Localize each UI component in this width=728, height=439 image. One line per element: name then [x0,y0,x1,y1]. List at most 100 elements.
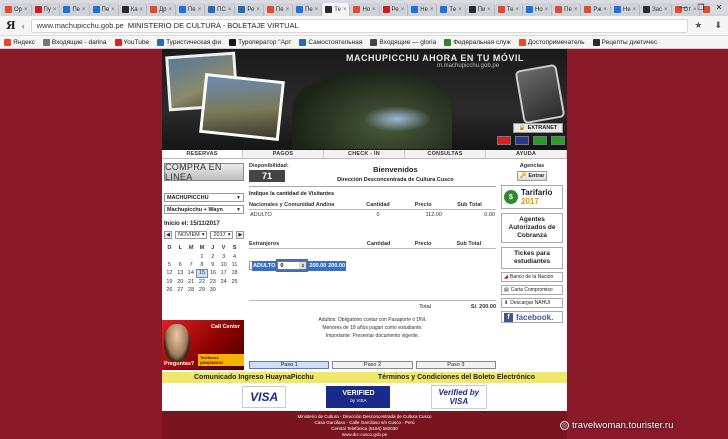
menu-item-consultas[interactable]: CONSULTAS [405,150,486,158]
calendar-day[interactable]: 2 [207,252,218,260]
calendar-day[interactable]: 24 [218,278,229,286]
close-tab-icon[interactable]: × [228,7,232,13]
prev-month-icon[interactable]: ◀ [164,231,172,239]
next-month-icon[interactable]: ▶ [236,231,245,239]
browser-tab[interactable]: Пу × [31,3,61,16]
calendar-day[interactable]: 20 [175,278,186,286]
close-tab-icon[interactable]: × [603,7,607,13]
comunicado-link[interactable]: Comunicado Ingreso HuaynaPicchu [194,374,314,381]
yandex-logo[interactable]: Я [6,19,16,32]
bookmark-item[interactable]: Туроператор "Арт [229,38,291,46]
calendar-day[interactable]: 3 [218,252,229,260]
close-tab-icon[interactable]: × [545,7,549,13]
close-tab-icon[interactable]: × [458,7,462,13]
calendar-day[interactable]: 14 [186,269,197,277]
browser-tab[interactable]: Др × [147,3,176,16]
browser-tab[interactable]: Не × [408,3,438,16]
close-tab-icon[interactable]: × [315,7,319,13]
compra-en-linea-button[interactable]: COMPRA EN LINEA [164,162,244,182]
calendar-day[interactable]: 25 [229,278,240,286]
browser-tab[interactable]: Те × [322,3,351,16]
lugar-select[interactable]: MACHUPICCHU ▼ [164,193,244,202]
descargar-nahui-link[interactable]: ⬇ Descargar NAHUI [501,298,563,308]
star-icon[interactable]: ★ [694,20,702,31]
browser-tab[interactable]: Ка× [118,3,148,16]
banner-subheading[interactable]: m.machupicchu.gob.pe [437,63,499,69]
calendar-day[interactable]: 7 [186,261,197,269]
browser-tab[interactable]: Рж × [581,3,611,16]
close-tab-icon[interactable]: × [574,7,578,13]
close-tab-icon[interactable]: × [82,7,86,13]
menu-item-check-in[interactable]: CHECK - IN [324,150,405,158]
browser-tab[interactable]: Пе × [60,3,90,16]
banco-nacion-link[interactable]: ◢ Banco de la Nación [501,272,563,282]
browser-tab[interactable]: Пе × [263,3,294,16]
close-tab-icon[interactable]: × [430,7,434,13]
year-select[interactable]: 2017 ▾ [210,231,234,239]
step-1[interactable]: Paso 1 [249,361,330,369]
menu-item-reservas[interactable]: RESERVAS [162,150,243,158]
browser-tab[interactable]: Но × [350,3,380,16]
browser-tab[interactable]: Но × [522,3,553,16]
back-icon[interactable]: ‹ [22,21,25,31]
terminos-link[interactable]: Términos y Condiciones del Boleto Electr… [378,374,535,381]
browser-tab[interactable]: ПС × [205,3,236,16]
close-tab-icon[interactable]: × [664,7,668,13]
stepper-arrows-icon[interactable]: ⇕ [299,262,307,269]
bookmark-item[interactable]: Рецепты диетичес [592,38,657,46]
close-tab-icon[interactable]: × [372,7,376,13]
calendar-day[interactable]: 26 [164,286,175,294]
calendar-day[interactable]: 19 [164,278,175,286]
calendar-day[interactable]: 10 [218,261,229,269]
close-tab-icon[interactable]: × [24,7,28,13]
browser-tab[interactable]: Ре × [235,3,264,16]
calendar-day[interactable]: 15 [196,268,208,279]
bookmark-item[interactable]: Достопримечатель [518,38,585,46]
ruta-select[interactable]: Machupicchu + Wayn ▼ [164,205,244,214]
close-tab-icon[interactable]: × [168,7,172,13]
close-tab-icon[interactable]: × [198,7,202,13]
close-tab-icon[interactable]: × [487,7,491,13]
browser-tab[interactable]: Не × [610,3,641,16]
menu-item-ayuda[interactable]: AYUDA [486,150,567,158]
bookmark-item[interactable]: Входящие - darina [42,38,107,46]
browser-tab[interactable]: Те × [494,3,523,16]
browser-tab[interactable]: Пе × [175,3,206,16]
calendar-day[interactable]: 30 [207,286,218,294]
calendar-day[interactable]: 9 [207,261,218,269]
calendar-day[interactable]: 13 [175,269,186,277]
close-tab-icon[interactable]: × [256,7,260,13]
calendar-day[interactable]: 5 [164,261,175,269]
calendar-day[interactable]: 23 [207,278,218,286]
close-tab-icon[interactable]: × [343,7,347,13]
calendar-day[interactable]: 4 [229,252,240,260]
carta-compromiso-link[interactable]: ▤ Carta Compromiso [501,285,563,295]
close-tab-icon[interactable]: × [515,7,519,13]
tickets-estudiantes-link[interactable]: Tickes para estudiantes [501,247,563,269]
bookmark-item[interactable]: YouTube [114,38,149,46]
calendar-day[interactable]: 1 [197,252,208,260]
table-row-selected[interactable]: ADULTO 0 ⇕ 200.00 200.00 [249,259,347,272]
close-tab-icon[interactable]: × [286,7,290,13]
browser-tab[interactable]: Пе × [552,3,582,16]
calendar-day[interactable]: 17 [218,269,229,277]
facebook-link[interactable]: f facebook. [501,311,563,323]
calendar-day[interactable]: 29 [197,286,208,294]
browser-tab[interactable]: Те × [437,3,466,16]
bookmark-item[interactable]: Федеральная служ [444,38,511,46]
calendar-day[interactable]: 12 [164,269,175,277]
footer-line[interactable]: www.drc-cusco.gob.pe [162,432,567,438]
url-field[interactable]: www.machupicchu.gob.pe MINISTERIO DE CUL… [30,18,689,33]
calendar-day[interactable]: 18 [229,269,240,277]
bookmark-item[interactable]: Туристическая фи [157,38,221,46]
calendar-day[interactable]: 27 [175,286,186,294]
calendar-day[interactable]: 6 [175,261,186,269]
calendar-day[interactable]: 16 [207,269,218,277]
browser-tab[interactable]: Зас × [640,3,672,16]
close-tab-icon[interactable]: × [401,7,405,13]
calendar-day[interactable]: 8 [197,261,208,269]
cell-quantity[interactable]: 0 [353,210,404,221]
flag-brazil-icon[interactable] [533,136,547,145]
tarifario-link[interactable]: $ Tarifario 2017 [501,185,563,209]
call-center-banner[interactable]: Call Center Preguntas? Teléfonos (084)58… [162,320,244,370]
